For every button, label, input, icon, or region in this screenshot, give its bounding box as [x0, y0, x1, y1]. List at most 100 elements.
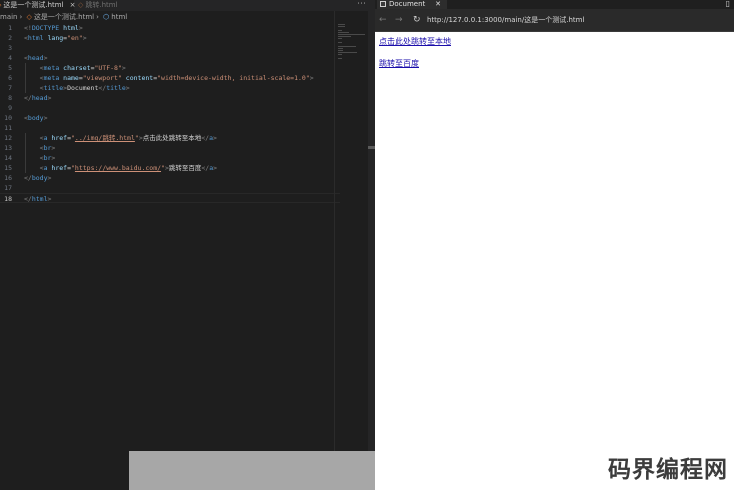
line-number: 12	[4, 134, 12, 142]
code-text: </body>	[24, 174, 52, 182]
code-text: <br>	[39, 144, 56, 152]
line-number: 10	[4, 114, 12, 122]
code-line[interactable]: 7 <title>Document</title>	[0, 83, 340, 93]
minimap-line	[338, 32, 349, 33]
indent-guide	[25, 63, 26, 73]
browser-tab[interactable]: Document ✕	[377, 0, 447, 9]
minimap-line	[338, 46, 356, 47]
line-number: 2	[8, 34, 12, 42]
code-line[interactable]: 11	[0, 123, 340, 133]
line-number: 8	[8, 94, 12, 102]
line-number: 17	[4, 184, 12, 192]
code-text: <br>	[39, 154, 56, 162]
code-area[interactable]: 1 <!DOCTYPE html> 2 <html lang="en"> 3 4 <head…	[0, 23, 340, 203]
code-line[interactable]: 2 <html lang="en">	[0, 33, 340, 43]
line-number: 15	[4, 164, 12, 172]
code-line[interactable]: 15 <a href="https://www.baidu.com/">跳转至百…	[0, 163, 340, 173]
line-number: 18	[4, 195, 12, 203]
minimap-line	[338, 58, 342, 59]
code-line[interactable]: 5 <meta charset="UTF-8">	[0, 63, 340, 73]
code-line[interactable]: 18 </html>	[0, 193, 340, 203]
minimap-line	[338, 30, 342, 31]
code-line[interactable]: 10 <body>	[0, 113, 340, 123]
minimap-line	[338, 54, 342, 55]
code-text: <meta charset="UTF-8">	[39, 64, 126, 72]
html-file-icon: ◇	[26, 13, 32, 21]
close-icon[interactable]: ✕	[435, 0, 441, 9]
minimap-line	[338, 34, 365, 35]
code-line[interactable]: 6 <meta name="viewport" content="width=d…	[0, 73, 340, 83]
address-bar[interactable]: http://127.0.0.1:3000/main/这是一个测试.html	[427, 13, 584, 27]
local-jump-link[interactable]: 点击此处跳转至本地	[379, 36, 451, 47]
scrollbar-thumb[interactable]	[368, 146, 375, 149]
bottom-panel	[129, 451, 375, 490]
editor-tab-inactive[interactable]: ◇ 跳转.html	[78, 0, 118, 11]
web-page: 点击此处跳转至本地 跳转至百度	[375, 32, 734, 490]
window-layout-icon[interactable]: ▯	[726, 0, 730, 8]
code-text: <!DOCTYPE html>	[24, 24, 83, 32]
editor-tab-active[interactable]: ◇这是一个测试.html ×	[0, 0, 76, 12]
code-line[interactable]: 1 <!DOCTYPE html>	[0, 23, 340, 33]
indent-guide	[25, 153, 26, 163]
line-number: 13	[4, 144, 12, 152]
breadcrumb-file[interactable]: 这是一个测试.html	[34, 13, 94, 21]
indent-guide	[25, 163, 26, 173]
minimap-line	[338, 48, 343, 49]
line-number: 5	[8, 64, 12, 72]
chevron-right-icon: ›	[96, 13, 99, 21]
code-text: <a href="https://www.baidu.com/">跳转至百度</…	[39, 164, 218, 172]
code-text: <body>	[24, 114, 48, 122]
code-line[interactable]: 14 <br>	[0, 153, 340, 163]
code-text: <meta name="viewport" content="width=dev…	[39, 74, 314, 82]
indent-guide	[25, 83, 26, 93]
line-number: 9	[8, 104, 12, 112]
editor-tab-bar: ◇这是一个测试.html× ◇跳转.html ⋯	[0, 0, 375, 12]
code-text: <head>	[24, 54, 48, 62]
html-file-icon: ◇	[78, 1, 84, 9]
back-arrow-icon[interactable]: ←	[379, 13, 387, 27]
close-icon[interactable]: ×	[70, 1, 76, 9]
editor-tab-label: 跳转.html	[85, 1, 118, 9]
line-number: 11	[4, 124, 12, 132]
editor-scrollbar[interactable]	[368, 11, 375, 451]
code-line[interactable]: 16 </body>	[0, 173, 340, 183]
code-line[interactable]: 4 <head>	[0, 53, 340, 63]
forward-arrow-icon[interactable]: →	[395, 13, 403, 27]
code-line[interactable]: 9	[0, 103, 340, 113]
code-line[interactable]: 17	[0, 183, 340, 193]
code-line[interactable]: 13 <br>	[0, 143, 340, 153]
minimap-line	[338, 36, 351, 37]
indent-guide	[25, 143, 26, 153]
editor-ruler	[334, 11, 335, 451]
breadcrumb: main › ◇ 这是一个测试.html › ⬡ html	[0, 12, 129, 23]
line-number: 7	[8, 84, 12, 92]
code-text: </head>	[24, 94, 52, 102]
breadcrumb-element[interactable]: html	[111, 13, 127, 21]
code-text: <title>Document</title>	[39, 84, 130, 92]
code-line[interactable]: 12 <a href="../img/跳转.html">点击此处跳转至本地</a…	[0, 133, 340, 143]
code-text: <html lang="en">	[24, 34, 87, 42]
baidu-link[interactable]: 跳转至百度	[379, 58, 419, 69]
watermark-logo: 码界编程网	[608, 457, 728, 483]
code-line[interactable]: 3	[0, 43, 340, 53]
minimap[interactable]	[338, 23, 368, 83]
reload-icon[interactable]: ↻	[413, 13, 421, 27]
breadcrumb-folder[interactable]: main	[0, 13, 18, 21]
minimap-line	[338, 38, 342, 39]
minimap-line	[338, 42, 342, 43]
document-icon	[380, 1, 386, 7]
browser-nav-bar: ← → ↻ http://127.0.0.1:3000/main/这是一个测试.…	[375, 9, 734, 32]
minimap-line	[338, 52, 357, 53]
html-file-icon: ◇	[0, 1, 1, 9]
line-number: 16	[4, 174, 12, 182]
code-text: </html>	[24, 195, 52, 203]
chevron-right-icon: ›	[19, 13, 23, 21]
browser-window: Document ✕ ▯ ← → ↻ http://127.0.0.1:3000…	[375, 0, 734, 490]
more-actions-icon[interactable]: ⋯	[357, 0, 366, 10]
code-line[interactable]: 8 </head>	[0, 93, 340, 103]
minimap-line	[338, 26, 345, 27]
line-number: 14	[4, 154, 12, 162]
line-number: 6	[8, 74, 12, 82]
line-number: 3	[8, 44, 12, 52]
browser-tab-title: Document	[389, 0, 426, 8]
